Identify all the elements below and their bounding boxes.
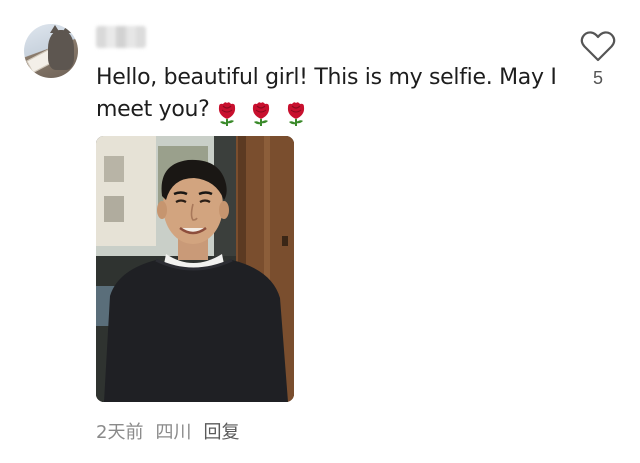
username-blurred[interactable]	[96, 26, 146, 48]
avatar-cat	[48, 25, 74, 70]
emoji-group	[210, 98, 307, 130]
like-count: 5	[592, 68, 603, 88]
comment-text: Hello, beautiful girl! This is my selfie…	[96, 62, 564, 130]
reply-button[interactable]: 回复	[203, 418, 239, 444]
comment-body: Hello, beautiful girl! This is my selfie…	[96, 65, 557, 122]
comment-time: 2天前	[96, 422, 144, 443]
comment-location: 四川	[155, 422, 192, 443]
selfie-image	[96, 136, 294, 402]
user-avatar[interactable]	[24, 24, 78, 78]
rose-icon	[218, 102, 235, 126]
rose-icon	[253, 102, 270, 126]
heart-outline-icon[interactable]	[578, 28, 618, 64]
comment-item: Hello, beautiful girl! This is my selfie…	[0, 0, 640, 463]
comment-meta: 2天前 四川 回复	[96, 418, 239, 444]
rose-icon	[287, 102, 305, 126]
attached-photo[interactable]	[96, 136, 294, 402]
